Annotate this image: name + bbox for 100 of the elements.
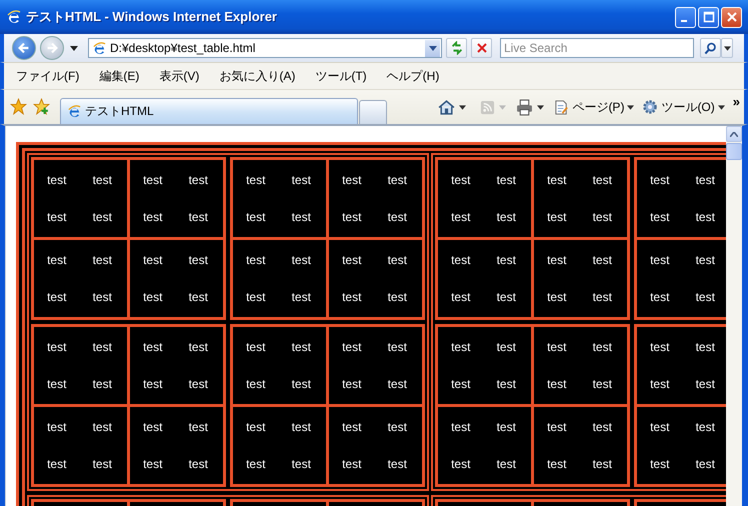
scroll-up-button[interactable] (726, 126, 742, 142)
table-cell: test (47, 456, 66, 471)
table-cell: test (246, 376, 266, 391)
browser-logo-icon (6, 9, 22, 25)
add-favorite-icon[interactable] (33, 98, 50, 115)
caret-icon (724, 46, 730, 50)
home-icon[interactable] (438, 98, 456, 116)
table-cell: test (388, 340, 407, 354)
table-cell: test (246, 420, 266, 434)
left-arrow-icon (17, 41, 31, 55)
table-cell: test (47, 290, 66, 304)
table-cell: test (388, 173, 407, 188)
menu-item[interactable]: 表示(V) (154, 66, 204, 86)
more-commands-button[interactable]: » (732, 94, 740, 109)
table-cell: test (451, 173, 470, 188)
table-cell: test (650, 420, 670, 434)
table-cell: test (388, 253, 407, 268)
menu-item[interactable]: ヘルプ(H) (382, 66, 444, 86)
table-cell: test (547, 210, 566, 224)
table-cell: test (342, 210, 362, 224)
table-cell: test (92, 376, 112, 391)
table-cell: test (143, 420, 162, 434)
back-button[interactable] (12, 36, 36, 60)
table-cell: test (143, 290, 162, 304)
table-cell: test (451, 340, 470, 354)
table-cell: test (143, 173, 162, 188)
table-cell: test (650, 210, 670, 224)
table-cell: test (342, 456, 362, 471)
table-cell: test (342, 340, 362, 354)
search-options-button[interactable] (721, 38, 733, 58)
stop-button[interactable] (471, 38, 492, 58)
menu-item[interactable]: お気に入り(A) (214, 66, 300, 86)
table-cell: test (246, 340, 266, 354)
table-cell: test (547, 456, 566, 471)
table-cell: test (188, 420, 208, 434)
table-cell: test (547, 290, 566, 304)
maximize-button[interactable] (698, 6, 719, 28)
table-cell: test (246, 173, 266, 188)
print-icon[interactable] (516, 98, 534, 116)
scroll-thumb[interactable] (726, 143, 742, 160)
vertical-scrollbar[interactable] (726, 126, 742, 506)
dropdown-caret-icon[interactable] (70, 46, 78, 50)
table-cell: test (696, 290, 715, 304)
minimize-button[interactable] (675, 6, 696, 28)
address-field[interactable]: D:¥desktop¥test_table.html (88, 38, 442, 58)
favorites-star-icon[interactable] (10, 98, 27, 115)
table-cell: test (451, 253, 470, 268)
tools-menu-button[interactable]: ツール(O) (642, 98, 725, 116)
table-cell: test (292, 290, 311, 304)
table-cell: test (496, 210, 516, 224)
table-cell: test (451, 376, 470, 391)
caret-icon (627, 104, 634, 110)
table-cell: test (592, 253, 612, 268)
table-cell: test (451, 420, 470, 434)
caret-icon[interactable] (459, 104, 466, 110)
table-cell: test (246, 456, 266, 471)
table-cell: test (342, 173, 362, 188)
table-cell: test (696, 173, 715, 188)
search-field[interactable]: Live Search (500, 38, 694, 58)
table-cell: test (143, 376, 162, 391)
table-cell: test (188, 456, 208, 471)
table-cell: test (92, 420, 112, 434)
table-cell: test (696, 340, 715, 354)
gear-icon (642, 99, 658, 115)
table-cell: test (388, 210, 407, 224)
table-cell: test (246, 290, 266, 304)
minimize-icon (680, 20, 686, 22)
table-cell: test (342, 290, 362, 304)
browser-tab[interactable]: テストHTML (60, 98, 358, 124)
refresh-button[interactable] (446, 38, 467, 58)
table-cell: test (696, 456, 715, 471)
table-cell: test (650, 340, 670, 354)
table-cell: test (47, 340, 66, 354)
table-cell: test (188, 253, 208, 268)
table-cell: test (547, 376, 566, 391)
menu-item[interactable]: ツール(T) (310, 66, 372, 86)
table-cell: test (92, 290, 112, 304)
table-cell: test (388, 290, 407, 304)
table-cell: test (496, 173, 516, 188)
table-cell: test (143, 456, 162, 471)
table-cell: test (342, 376, 362, 391)
table-cell: test (650, 290, 670, 304)
table-cell: test (47, 210, 66, 224)
table-cell: test (47, 173, 66, 188)
table-cell: test (496, 456, 516, 471)
menu-item[interactable]: ファイル(F) (11, 66, 84, 86)
close-button[interactable] (721, 6, 742, 28)
table-cell: test (696, 253, 715, 268)
table-cell: test (547, 420, 566, 434)
caret-icon[interactable] (537, 104, 544, 110)
caret-icon (718, 104, 725, 110)
table-cell: test (696, 210, 715, 224)
page-edit-icon (554, 100, 570, 114)
table-cell: test (292, 456, 311, 471)
url-text: D:¥desktop¥test_table.html (110, 41, 256, 55)
search-button[interactable] (700, 38, 721, 58)
address-dropdown-button[interactable] (425, 40, 440, 56)
menu-item[interactable]: 編集(E) (94, 66, 144, 86)
close-icon (726, 11, 738, 23)
page-menu-button[interactable]: ページ(P) (554, 98, 634, 116)
